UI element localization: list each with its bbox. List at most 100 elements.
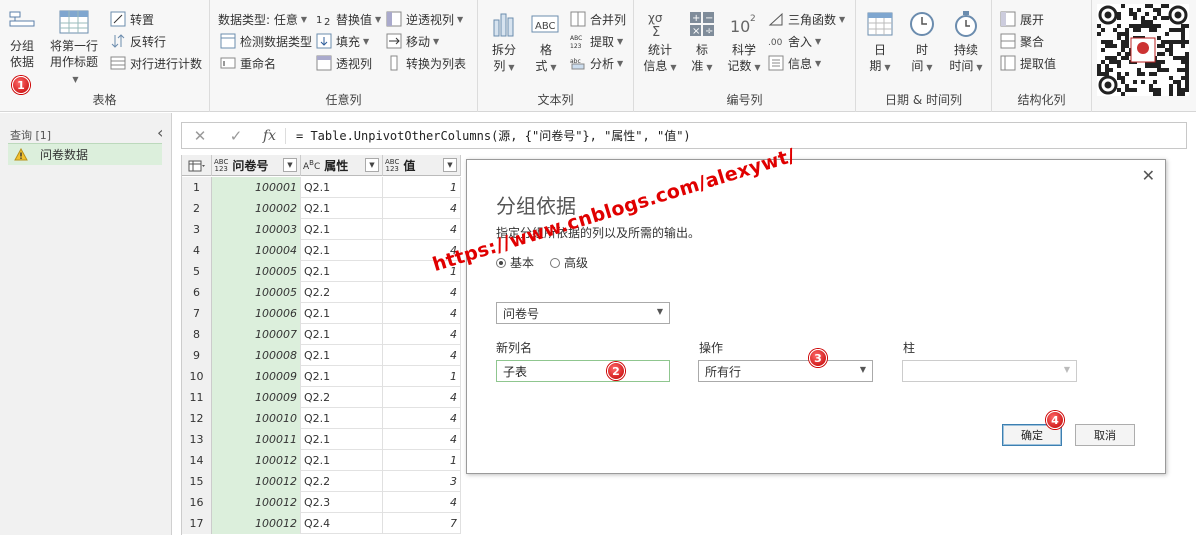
transpose-button[interactable]: 转置 [110,9,154,29]
reverse-rows-button[interactable]: 反转行 [110,31,166,51]
table-row[interactable]: 2 100002 Q2.1 4 [182,198,461,219]
formula-text[interactable]: = Table.UnpivotOtherColumns(源, {"问卷号"}, … [286,127,691,144]
cell-id[interactable]: 100003 [212,219,301,240]
cell-val[interactable]: 1 [383,366,461,387]
trig-button[interactable]: 三角函数 ▼ [768,9,845,29]
table-row[interactable]: 8 100007 Q2.1 4 [182,324,461,345]
column-header-attr[interactable]: ABC 属性 ▼ [301,155,383,176]
standard-button[interactable]: + − × ÷ 标 准 ▼ [684,10,720,76]
aggregate-button[interactable]: 聚合 [1000,31,1044,51]
cell-id[interactable]: 100012 [212,450,301,471]
cell-val[interactable]: 7 [383,513,461,534]
cell-attr[interactable]: Q2.3 [301,492,383,513]
cell-val[interactable]: 4 [383,198,461,219]
cell-attr[interactable]: Q2.4 [301,513,383,534]
cell-attr[interactable]: Q2.1 [301,177,383,198]
statistics-button[interactable]: χσ Σ 统计 信息 ▼ [640,10,680,76]
cell-id[interactable]: 100012 [212,471,301,492]
cell-id[interactable]: 100010 [212,408,301,429]
pivot-column-button[interactable]: 透视列 [316,53,372,73]
cell-id[interactable]: 100005 [212,261,301,282]
group-by-button[interactable]: 分组 依据 [2,10,42,70]
column-header-id[interactable]: ABC 123 问卷号 ▼ [212,155,301,176]
format-button[interactable]: ABC 格 式 ▼ [526,10,566,76]
filter-dropdown-icon[interactable]: ▼ [283,158,297,172]
cell-val[interactable]: 4 [383,282,461,303]
table-row[interactable]: 1 100001 Q2.1 1 [182,177,461,198]
cell-attr[interactable]: Q2.2 [301,387,383,408]
cell-id[interactable]: 100007 [212,324,301,345]
table-row[interactable]: 3 100003 Q2.1 4 [182,219,461,240]
cell-attr[interactable]: Q2.1 [301,303,383,324]
count-rows-button[interactable]: 对行进行计数 [110,53,202,73]
cell-id[interactable]: 100006 [212,303,301,324]
cell-attr[interactable]: Q2.2 [301,471,383,492]
table-menu-icon[interactable] [182,155,212,176]
operation-select[interactable]: 所有行 ▼ [698,360,873,382]
cell-id[interactable]: 100001 [212,177,301,198]
query-item[interactable]: 问卷数据 [8,143,162,165]
unpivot-columns-button[interactable]: 逆透视列 ▼ [386,9,463,29]
rounding-button[interactable]: .00 舍入 ▼ [768,31,821,51]
filter-dropdown-icon[interactable]: ▼ [443,158,457,172]
table-row[interactable]: 16 100012 Q2.3 4 [182,492,461,513]
close-icon[interactable]: ✕ [1142,166,1155,185]
table-row[interactable]: 17 100012 Q2.4 7 [182,513,461,534]
split-column-button[interactable]: 拆分 列 ▼ [484,10,524,76]
cell-attr[interactable]: Q2.1 [301,450,383,471]
cancel-button[interactable]: 取消 [1075,424,1135,446]
cell-attr[interactable]: Q2.1 [301,408,383,429]
detect-type-button[interactable]: 检测数据类型 [220,31,312,51]
date-button[interactable]: 日 期 ▼ [860,10,900,76]
radio-basic[interactable]: 基本 [496,254,534,271]
table-row[interactable]: 11 100009 Q2.2 4 [182,387,461,408]
cell-attr[interactable]: Q2.1 [301,366,383,387]
collapse-icon[interactable]: ‹ [157,123,163,142]
cell-attr[interactable]: Q2.1 [301,345,383,366]
cell-attr[interactable]: Q2.1 [301,261,383,282]
cell-id[interactable]: 100004 [212,240,301,261]
cell-val[interactable]: 4 [383,303,461,324]
cell-id[interactable]: 100002 [212,198,301,219]
cell-val[interactable]: 4 [383,324,461,345]
radio-advanced[interactable]: 高级 [550,254,588,271]
fx-icon[interactable]: fx [254,127,286,144]
extract-button[interactable]: ABC 123 提取 ▼ [570,31,623,51]
cell-val[interactable]: 4 [383,345,461,366]
cell-val[interactable]: 4 [383,219,461,240]
cell-val[interactable]: 4 [383,492,461,513]
duration-button[interactable]: 持续 时间 ▼ [944,10,988,76]
cell-val[interactable]: 4 [383,429,461,450]
scientific-button[interactable]: 10 2 科学 记数 ▼ [724,10,764,76]
filter-dropdown-icon[interactable]: ▼ [365,158,379,172]
cell-id[interactable]: 100011 [212,429,301,450]
parse-button[interactable]: abc 分析 ▼ [570,53,623,73]
merge-columns-button[interactable]: 合并列 [570,9,626,29]
column-select[interactable]: ▼ [902,360,1077,382]
cell-id[interactable]: 100008 [212,345,301,366]
table-row[interactable]: 6 100005 Q2.2 4 [182,282,461,303]
group-column-select[interactable]: 问卷号 ▼ [496,302,670,324]
expand-button[interactable]: 展开 [1000,9,1044,29]
cell-val[interactable]: 4 [383,408,461,429]
data-type-dropdown[interactable]: 数据类型: 任意 ▼ [218,9,307,29]
cell-id[interactable]: 100009 [212,366,301,387]
cell-id[interactable]: 100009 [212,387,301,408]
cell-id[interactable]: 100012 [212,513,301,534]
cell-id[interactable]: 100005 [212,282,301,303]
fill-button[interactable]: 填充 ▼ [316,31,369,51]
cell-val[interactable]: 1 [383,450,461,471]
table-row[interactable]: 5 100005 Q2.1 1 [182,261,461,282]
table-row[interactable]: 9 100008 Q2.1 4 [182,345,461,366]
cancel-formula-icon[interactable]: ✕ [182,127,218,145]
confirm-formula-icon[interactable]: ✓ [218,127,254,145]
cell-attr[interactable]: Q2.1 [301,219,383,240]
cell-attr[interactable]: Q2.1 [301,198,383,219]
cell-attr[interactable]: Q2.1 [301,240,383,261]
use-first-row-header-button[interactable]: 将第一行 用作标题 ▼ [46,10,102,88]
information-button[interactable]: 信息 ▼ [768,53,821,73]
replace-values-button[interactable]: 12 替换值 ▼ [316,9,381,29]
table-row[interactable]: 14 100012 Q2.1 1 [182,450,461,471]
table-row[interactable]: 10 100009 Q2.1 1 [182,366,461,387]
table-row[interactable]: 15 100012 Q2.2 3 [182,471,461,492]
